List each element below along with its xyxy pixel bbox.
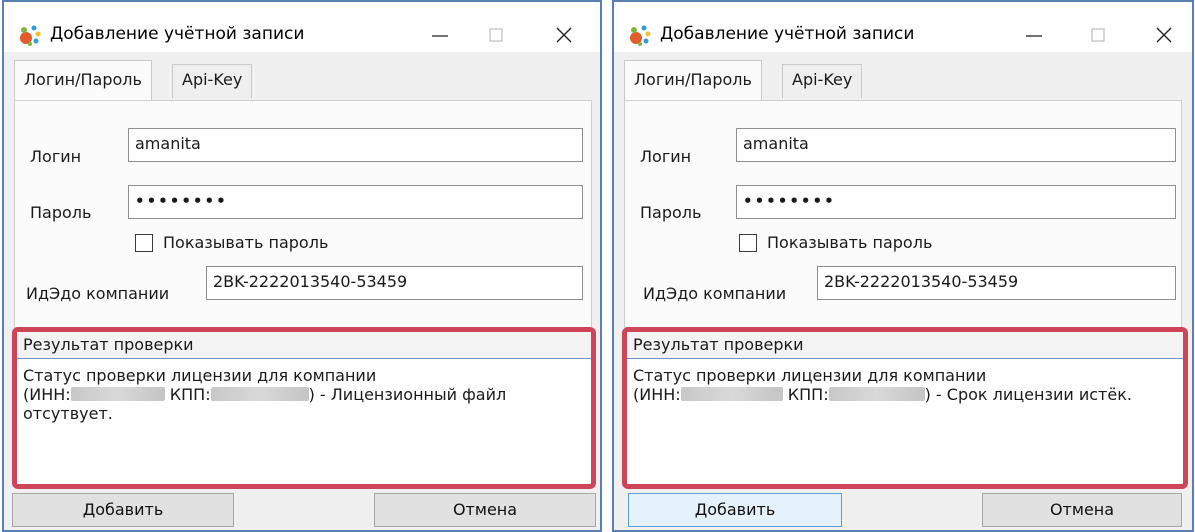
tab-login-password[interactable]: Логин/Пароль bbox=[624, 60, 762, 100]
password-input[interactable]: •••••••• bbox=[736, 185, 1176, 219]
tab-login-password[interactable]: Логин/Пароль bbox=[14, 60, 152, 100]
check-result-box: Результат проверки Статус проверки лицен… bbox=[12, 327, 596, 489]
login-label: Логин bbox=[30, 147, 82, 166]
show-password-checkbox[interactable] bbox=[135, 234, 153, 252]
show-password-checkbox[interactable] bbox=[739, 234, 757, 252]
login-input[interactable]: amanita bbox=[128, 128, 583, 162]
license-status: ) - Лицензионный файл bbox=[308, 385, 507, 404]
tab-api-key[interactable]: Api-Key bbox=[782, 64, 863, 98]
account-dialog-right: Добавление учётной записи Логин/Пароль A… bbox=[612, 0, 1194, 532]
inn-label: (ИНН: bbox=[633, 385, 681, 404]
redacted-kpp bbox=[828, 387, 925, 401]
edo-id-input[interactable]: 2BK-2222013540-53459 bbox=[817, 266, 1176, 300]
minimize-icon bbox=[1026, 35, 1042, 37]
login-panel: Логин amanita Пароль •••••••• Показывать… bbox=[14, 100, 592, 328]
window-title: Добавление учётной записи bbox=[660, 24, 915, 44]
maximize-button[interactable] bbox=[478, 16, 514, 52]
show-password-label: Показывать пароль bbox=[163, 233, 329, 252]
kpp-label: КПП: bbox=[787, 385, 829, 404]
edo-id-label: ИдЭдо компании bbox=[643, 284, 787, 303]
redacted-kpp bbox=[210, 387, 309, 401]
minimize-button[interactable] bbox=[422, 16, 458, 52]
password-label: Пароль bbox=[640, 203, 702, 222]
redacted-inn bbox=[70, 387, 165, 401]
title-bar: Добавление учётной записи bbox=[4, 2, 600, 52]
edo-id-input[interactable]: 2BK-2222013540-53459 bbox=[206, 266, 583, 300]
add-button[interactable]: Добавить bbox=[12, 493, 234, 527]
maximize-button[interactable] bbox=[1080, 16, 1116, 52]
tab-api-key[interactable]: Api-Key bbox=[172, 64, 253, 98]
license-status: ) - Срок лицензии истёк. bbox=[924, 385, 1132, 404]
cancel-button[interactable]: Отмена bbox=[982, 493, 1182, 527]
password-label: Пароль bbox=[30, 203, 92, 222]
result-line-2: (ИНН: КПП: ) - Срок лицензии истёк. bbox=[633, 385, 1132, 404]
close-icon bbox=[556, 27, 572, 43]
inn-label: (ИНН: bbox=[23, 385, 71, 404]
minimize-icon bbox=[432, 35, 448, 37]
maximize-icon bbox=[489, 28, 503, 42]
close-icon bbox=[1156, 27, 1172, 43]
result-line-1: Статус проверки лицензии для компании bbox=[23, 366, 377, 385]
close-button[interactable] bbox=[546, 16, 582, 52]
check-result-header: Результат проверки bbox=[627, 332, 1183, 359]
window-title: Добавление учётной записи bbox=[50, 24, 305, 44]
result-line-3: отсутвует. bbox=[23, 404, 113, 423]
login-input[interactable]: amanita bbox=[736, 128, 1176, 162]
app-logo-icon bbox=[20, 25, 41, 46]
title-bar: Добавление учётной записи bbox=[614, 2, 1192, 52]
app-logo-icon bbox=[630, 25, 651, 46]
close-button[interactable] bbox=[1146, 16, 1182, 52]
account-dialog-left: Добавление учётной записи Логин/Пароль A… bbox=[2, 0, 602, 532]
redacted-inn bbox=[680, 387, 783, 401]
edo-id-label: ИдЭдо компании bbox=[26, 284, 170, 303]
maximize-icon bbox=[1091, 28, 1105, 42]
minimize-button[interactable] bbox=[1016, 16, 1052, 52]
login-label: Логин bbox=[640, 147, 692, 166]
result-line-1: Статус проверки лицензии для компании bbox=[633, 366, 987, 385]
login-panel: Логин amanita Пароль •••••••• Показывать… bbox=[624, 100, 1182, 328]
kpp-label: КПП: bbox=[169, 385, 211, 404]
result-line-2: (ИНН: КПП: ) - Лицензионный файл bbox=[23, 385, 506, 404]
check-result-box: Результат проверки Статус проверки лицен… bbox=[622, 327, 1188, 489]
show-password-label: Показывать пароль bbox=[767, 233, 933, 252]
check-result-header: Результат проверки bbox=[17, 332, 591, 359]
add-button[interactable]: Добавить bbox=[628, 493, 842, 527]
cancel-button[interactable]: Отмена bbox=[374, 493, 596, 527]
password-input[interactable]: •••••••• bbox=[128, 185, 583, 219]
